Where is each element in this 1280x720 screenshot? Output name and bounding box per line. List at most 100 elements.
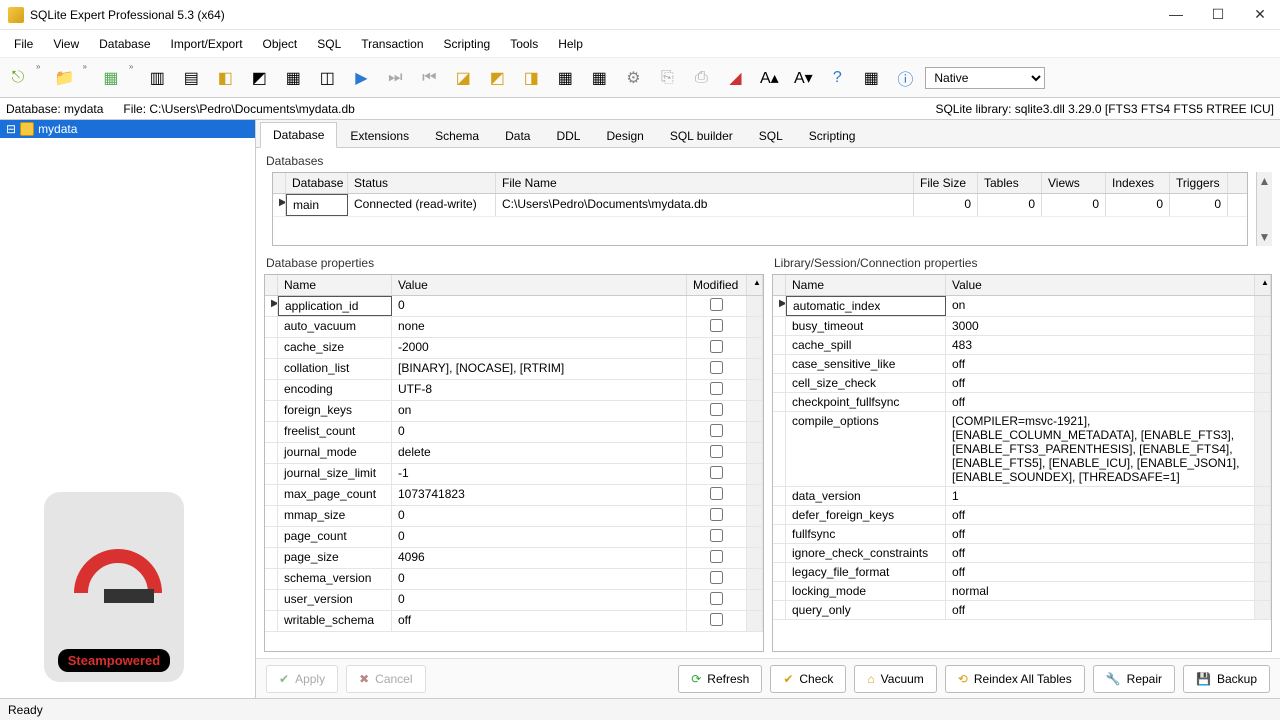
modified-checkbox[interactable] bbox=[710, 382, 723, 395]
tab-extensions[interactable]: Extensions bbox=[337, 123, 422, 148]
modified-checkbox[interactable] bbox=[710, 592, 723, 605]
step-button[interactable]: ⏭ bbox=[381, 64, 409, 92]
menu-object[interactable]: Object bbox=[253, 33, 308, 55]
tool-button[interactable]: ▤ bbox=[177, 64, 205, 92]
cancel-button[interactable]: ✖Cancel bbox=[346, 665, 425, 693]
tree-item-database[interactable]: ⊟ mydata bbox=[0, 120, 255, 138]
property-row[interactable]: compile_options[COMPILER=msvc-1921], [EN… bbox=[773, 412, 1271, 487]
close-button[interactable]: ✕ bbox=[1248, 6, 1272, 23]
property-row[interactable]: cache_spill483 bbox=[773, 336, 1271, 355]
col-header[interactable]: Status bbox=[348, 173, 496, 193]
modified-checkbox[interactable] bbox=[710, 361, 723, 374]
refresh-button[interactable]: ⟳Refresh bbox=[678, 665, 762, 693]
tool-button[interactable]: ▦ bbox=[857, 64, 885, 92]
table-row[interactable]: ▶ main Connected (read-write) C:\Users\P… bbox=[273, 194, 1247, 217]
tab-schema[interactable]: Schema bbox=[422, 123, 492, 148]
check-button[interactable]: ✔Check bbox=[770, 665, 846, 693]
tool-button[interactable]: ◫ bbox=[313, 64, 341, 92]
open-db-button[interactable]: 📁 bbox=[50, 64, 78, 92]
apply-button[interactable]: ✔Apply bbox=[266, 665, 338, 693]
property-row[interactable]: cell_size_checkoff bbox=[773, 374, 1271, 393]
font-inc-button[interactable]: A▴ bbox=[755, 64, 783, 92]
vacuum-button[interactable]: ⌂Vacuum bbox=[854, 665, 936, 693]
property-row[interactable]: foreign_keyson bbox=[265, 401, 763, 422]
tool-button[interactable]: ◩ bbox=[483, 64, 511, 92]
tab-scripting[interactable]: Scripting bbox=[796, 123, 869, 148]
property-row[interactable]: mmap_size0 bbox=[265, 506, 763, 527]
modified-checkbox[interactable] bbox=[710, 445, 723, 458]
property-row[interactable]: journal_size_limit-1 bbox=[265, 464, 763, 485]
property-row[interactable]: page_size4096 bbox=[265, 548, 763, 569]
info-button[interactable]: ⓘ bbox=[891, 64, 919, 92]
modified-checkbox[interactable] bbox=[710, 466, 723, 479]
menu-file[interactable]: File bbox=[4, 33, 43, 55]
scrollbar[interactable]: ▲▼ bbox=[1256, 172, 1272, 246]
property-row[interactable]: freelist_count0 bbox=[265, 422, 763, 443]
new-table-button[interactable]: ▦ bbox=[97, 64, 125, 92]
menu-transaction[interactable]: Transaction bbox=[351, 33, 433, 55]
modified-checkbox[interactable] bbox=[710, 487, 723, 500]
tab-ddl[interactable]: DDL bbox=[543, 123, 593, 148]
tool-button[interactable]: ◨ bbox=[517, 64, 545, 92]
tool-button[interactable]: ◪ bbox=[449, 64, 477, 92]
property-row[interactable]: locking_modenormal bbox=[773, 582, 1271, 601]
property-row[interactable]: max_page_count1073741823 bbox=[265, 485, 763, 506]
menu-importexport[interactable]: Import/Export bbox=[161, 33, 253, 55]
settings-button[interactable]: ⚙ bbox=[619, 64, 647, 92]
modified-checkbox[interactable] bbox=[710, 403, 723, 416]
col-header[interactable]: File Size bbox=[914, 173, 978, 193]
maximize-button[interactable]: ☐ bbox=[1206, 6, 1230, 23]
property-row[interactable]: user_version0 bbox=[265, 590, 763, 611]
property-row[interactable]: schema_version0 bbox=[265, 569, 763, 590]
property-row[interactable]: checkpoint_fullfsyncoff bbox=[773, 393, 1271, 412]
help-button[interactable]: ? bbox=[823, 64, 851, 92]
property-row[interactable]: ignore_check_constraintsoff bbox=[773, 544, 1271, 563]
modified-checkbox[interactable] bbox=[710, 298, 723, 311]
exit-button[interactable]: ⎋ bbox=[4, 64, 32, 92]
backup-button[interactable]: 💾Backup bbox=[1183, 665, 1270, 693]
property-row[interactable]: auto_vacuumnone bbox=[265, 317, 763, 338]
tool-button[interactable]: ⎙ bbox=[687, 64, 715, 92]
property-row[interactable]: fullfsyncoff bbox=[773, 525, 1271, 544]
property-row[interactable]: query_onlyoff bbox=[773, 601, 1271, 620]
modified-checkbox[interactable] bbox=[710, 550, 723, 563]
property-row[interactable]: journal_modedelete bbox=[265, 443, 763, 464]
col-header[interactable]: Views bbox=[1042, 173, 1106, 193]
property-row[interactable]: case_sensitive_likeoff bbox=[773, 355, 1271, 374]
menu-scripting[interactable]: Scripting bbox=[434, 33, 501, 55]
reindex-button[interactable]: ⟲Reindex All Tables bbox=[945, 665, 1085, 693]
tab-sql[interactable]: SQL bbox=[746, 123, 796, 148]
stop-button[interactable]: ⏮ bbox=[415, 64, 443, 92]
tab-design[interactable]: Design bbox=[593, 123, 656, 148]
col-header[interactable]: Indexes bbox=[1106, 173, 1170, 193]
copy-button[interactable]: ⎘ bbox=[653, 64, 681, 92]
cell-database[interactable]: main bbox=[286, 194, 348, 216]
tool-button[interactable]: ◩ bbox=[245, 64, 273, 92]
col-header[interactable]: Triggers bbox=[1170, 173, 1228, 193]
property-row[interactable]: collation_list[BINARY], [NOCASE], [RTRIM… bbox=[265, 359, 763, 380]
property-row[interactable]: legacy_file_formatoff bbox=[773, 563, 1271, 582]
col-header[interactable]: File Name bbox=[496, 173, 914, 193]
col-header[interactable]: Tables bbox=[978, 173, 1042, 193]
col-header[interactable] bbox=[273, 173, 286, 193]
menu-tools[interactable]: Tools bbox=[500, 33, 548, 55]
property-row[interactable]: encodingUTF-8 bbox=[265, 380, 763, 401]
property-row[interactable]: data_version1 bbox=[773, 487, 1271, 506]
menu-help[interactable]: Help bbox=[548, 33, 593, 55]
col-name[interactable]: Name bbox=[786, 275, 946, 295]
font-dec-button[interactable]: A▾ bbox=[789, 64, 817, 92]
tab-database[interactable]: Database bbox=[260, 122, 337, 148]
col-header[interactable]: Database bbox=[286, 173, 348, 193]
modified-checkbox[interactable] bbox=[710, 424, 723, 437]
property-row[interactable]: ▶automatic_indexon bbox=[773, 296, 1271, 317]
property-row[interactable]: ▶application_id0 bbox=[265, 296, 763, 317]
library-mode-select[interactable]: Native bbox=[925, 67, 1045, 89]
modified-checkbox[interactable] bbox=[710, 319, 723, 332]
col-value[interactable]: Value bbox=[946, 275, 1255, 295]
menu-view[interactable]: View bbox=[43, 33, 89, 55]
modified-checkbox[interactable] bbox=[710, 613, 723, 626]
col-modified[interactable]: Modified bbox=[687, 275, 747, 295]
property-row[interactable]: busy_timeout3000 bbox=[773, 317, 1271, 336]
property-row[interactable]: defer_foreign_keysoff bbox=[773, 506, 1271, 525]
modified-checkbox[interactable] bbox=[710, 571, 723, 584]
